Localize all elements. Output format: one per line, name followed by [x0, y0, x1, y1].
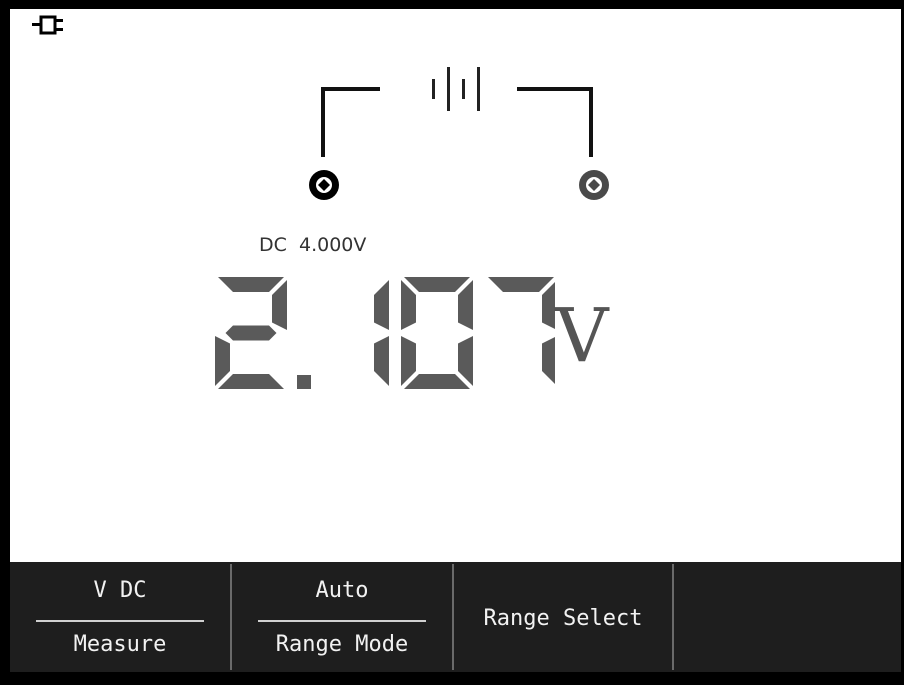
- reading-digit: [374, 280, 389, 386]
- measurement-reading: [215, 277, 555, 389]
- dc-battery-symbol-icon: [432, 67, 480, 111]
- softkey-bar: V DC Measure Auto Range Mode Range Selec…: [10, 562, 901, 672]
- bottom-bezel: [0, 672, 904, 685]
- softkey-measure[interactable]: V DC Measure: [10, 564, 230, 670]
- reading-digit: [488, 277, 555, 384]
- unit-label: V: [555, 293, 609, 379]
- digit-segment-d: [404, 374, 470, 389]
- digit-segment-c: [542, 337, 555, 384]
- right-wire: [517, 87, 593, 157]
- softkey-empty[interactable]: [674, 564, 901, 670]
- black-terminal-icon: [309, 170, 339, 200]
- softkey-range-mode-value: Auto: [315, 578, 369, 603]
- softkey-range-select[interactable]: Range Select: [454, 564, 672, 670]
- grey-terminal-icon: [579, 170, 609, 200]
- left-wire: [321, 87, 380, 157]
- softkey-measure-value: V DC: [93, 578, 147, 603]
- softkey-range-select-label: Range Select: [483, 606, 643, 631]
- circuit-diagram: [309, 67, 609, 200]
- digit-segment-e: [401, 336, 416, 386]
- digit-segment-c: [458, 336, 473, 386]
- softkey-measure-label: Measure: [73, 632, 167, 657]
- digit-segment-a: [218, 277, 284, 292]
- digit-segment-b: [374, 280, 389, 330]
- display-screen: DC 4.000V V: [10, 9, 901, 562]
- digit-segment-b: [542, 282, 555, 329]
- reading-digit: [401, 277, 473, 389]
- reading-digit: [215, 277, 287, 389]
- digit-segment-g: [225, 325, 277, 341]
- digit-segment-b: [458, 280, 473, 330]
- digit-segment-a: [404, 277, 470, 292]
- decimal-point: [297, 375, 311, 389]
- digit-segment-a: [488, 277, 554, 292]
- digit-segment-b: [272, 280, 287, 330]
- softkey-range-mode[interactable]: Auto Range Mode: [232, 564, 452, 670]
- softkey-divider: [258, 620, 426, 622]
- digit-segment-d: [218, 374, 284, 389]
- softkey-divider: [36, 620, 204, 622]
- digit-segment-e: [215, 336, 230, 386]
- digit-segment-c: [374, 336, 389, 386]
- device-frame: DC 4.000V V V DC Measure Auto Range Mode…: [0, 0, 904, 685]
- range-label: DC 4.000V: [259, 234, 367, 256]
- softkey-range-mode-label: Range Mode: [275, 632, 409, 657]
- digit-segment-f: [401, 280, 416, 330]
